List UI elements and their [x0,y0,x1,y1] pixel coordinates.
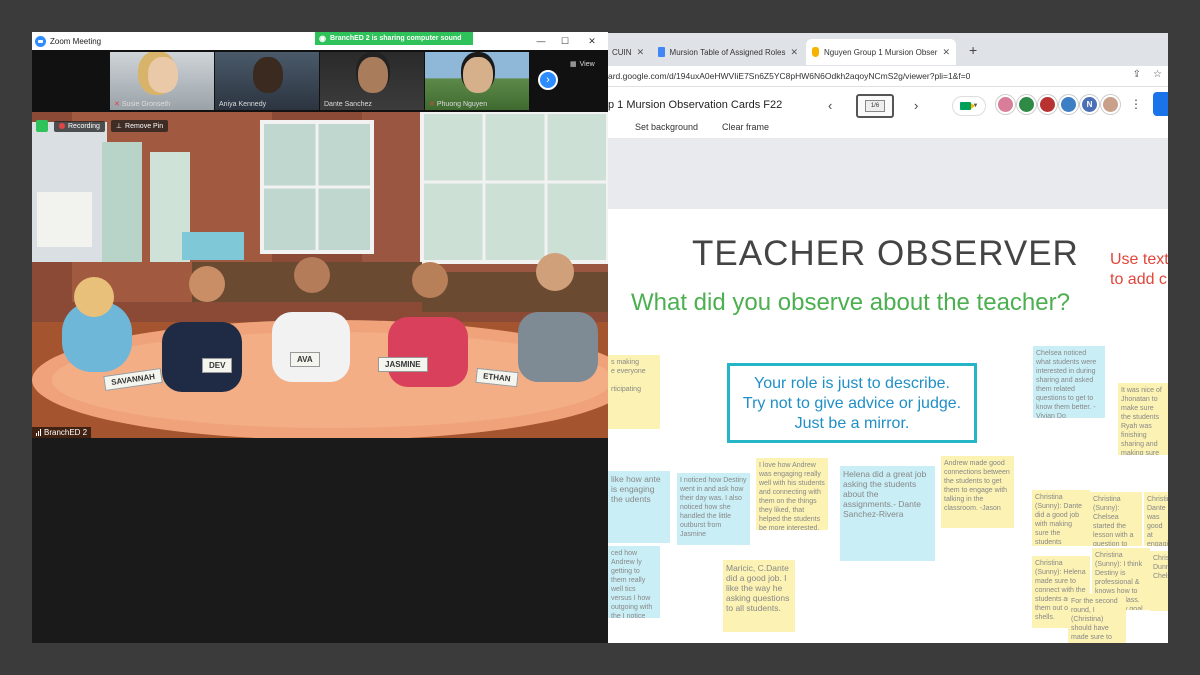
maximize-button[interactable]: ☐ [553,32,577,50]
role-instruction-box[interactable]: Your role is just to describe. Try not t… [727,363,977,443]
nameplate-dev: DEV [202,358,233,373]
tab-jamboard[interactable]: Nguyen Group 1 Mursion Obser ✕ [806,39,956,65]
sticky-note[interactable]: Christina (Sunny): Dante did a good job … [1032,490,1090,546]
canvas-margin [608,139,1168,209]
avatar[interactable] [996,95,1015,114]
participant-name: Dante Sanchez [324,101,372,108]
zoom-logo-icon [35,35,46,47]
avatar[interactable] [1017,95,1036,114]
new-tab-button[interactable]: + [969,42,977,58]
sticky-note[interactable]: Maricic, C.Dante did a good job. I like … [723,560,795,632]
jam-title[interactable]: p 1 Mursion Observation Cards F22 [608,99,782,111]
tab-bar: CUIN ✕ Mursion Table of Assigned Roles ✕… [608,33,1168,66]
security-shield-icon[interactable] [36,120,48,132]
nameplate-jasmine: JASMINE [378,357,428,372]
previous-frame-button[interactable]: ‹ [828,98,832,113]
zoom-window: Zoom Meeting ◉ BranchED 2 is sharing com… [32,32,608,643]
board-heading: TEACHER OBSERVER [692,234,1079,273]
sticky-note[interactable]: Chelsea noticed what students were inter… [1033,346,1105,418]
meet-button[interactable]: ▼ [952,96,986,116]
next-participants-button[interactable]: › [538,70,558,90]
clear-frame-button[interactable]: Clear frame [722,122,769,132]
sticky-note[interactable]: It was nice of Jhonatan to make sure the… [1118,383,1168,455]
participant-tile[interactable]: ✕ Phuong Nguyen [425,52,529,110]
view-button[interactable]: ▦ View [570,60,595,69]
close-tab-icon[interactable]: ✕ [637,47,645,58]
sticky-note[interactable]: Christina Dunn: Chelsea... [1150,551,1168,611]
board-question: What did you observe about the teacher? [631,289,1070,316]
speaker-icon: ◉ [319,34,326,43]
muted-mic-icon: ✕ [429,101,435,108]
shared-video-scene: Recording ⊥ Remove Pin SAVANNAH DEV AVA J… [32,112,608,438]
share-page-icon[interactable]: ⇪ [1133,69,1141,80]
bookmark-star-icon[interactable]: ☆ [1153,69,1162,80]
participant-name: ✕ Susie Gronseth [114,100,171,109]
avatar[interactable] [1101,95,1120,114]
sticky-note[interactable]: like how ante is engaging the udents [608,471,670,543]
sticky-note[interactable]: s making e everyone rticipating [608,355,660,429]
tab-cuin[interactable]: CUIN ✕ [608,39,648,65]
nameplate-ava: AVA [290,352,320,367]
jamboard-icon [812,47,819,57]
sharing-sound-text: BranchED 2 is sharing computer sound [329,35,462,42]
browser-window: CUIN ✕ Mursion Table of Assigned Roles ✕… [608,33,1168,643]
address-bar[interactable]: ard.google.com/d/194uxA0eHWVIiE7Sn6Z5YC8… [608,66,1168,87]
recording-indicator[interactable]: Recording [54,120,105,132]
muted-mic-icon: ✕ [114,101,120,108]
sticky-note[interactable]: Christina: Dante was good at engaging st… [1144,492,1168,546]
participant-tile[interactable]: Dante Sanchez [320,52,424,110]
sticky-note[interactable]: ced how Andrew ly getting to them really… [608,546,660,618]
jam-board-frame[interactable]: TEACHER OBSERVER Use text to add c What … [608,226,1168,643]
grid-icon: ▦ [570,61,577,68]
url-text[interactable]: ard.google.com/d/194uxA0eHWVIiE7Sn6Z5YC8… [608,71,970,81]
avatar[interactable]: N [1080,95,1099,114]
frame-indicator[interactable]: 1/6 [856,94,894,118]
minimize-button[interactable]: — [529,32,553,50]
address-bar-actions: ⇪ ☆ [1133,69,1162,80]
sticky-note[interactable]: Andrew made good connections between the… [941,456,1014,528]
close-tab-icon[interactable]: ✕ [790,47,798,58]
scene-controls: Recording ⊥ Remove Pin [36,120,169,132]
collaborator-avatars: N [996,95,1120,114]
more-options-icon[interactable]: ⋮ [1130,97,1142,111]
jamboard-toolbar: p 1 Mursion Observation Cards F22 ‹ 1/6 … [608,87,1168,139]
docs-icon [658,47,665,57]
share-button[interactable] [1153,92,1168,116]
active-speaker-label: BranchED 2 [32,427,92,438]
tab-mursion-table[interactable]: Mursion Table of Assigned Roles ✕ [652,39,804,65]
record-dot-icon [59,123,65,129]
sticky-note[interactable]: Christina (Sunny): Chelsea started the l… [1090,492,1142,546]
sticky-note[interactable]: Helena did a great job asking the studen… [840,466,935,561]
participant-name: Aniya Kennedy [219,101,267,108]
meet-camera-icon [959,102,975,110]
avatar[interactable] [1059,95,1078,114]
sticky-note[interactable]: I love how Andrew was engaging really we… [756,458,828,530]
sticky-note[interactable]: For the second round, I (Christina) shou… [1068,594,1126,643]
zoom-title-bar: Zoom Meeting ◉ BranchED 2 is sharing com… [32,32,608,50]
close-button[interactable]: ✕ [580,32,604,50]
participant-strip: ✕ Susie Gronseth Aniya Kennedy Dante Sanc… [32,50,608,112]
participant-tile[interactable]: Aniya Kennedy [215,52,319,110]
zoom-window-title: Zoom Meeting [50,36,102,46]
participant-tile[interactable]: ✕ Susie Gronseth [110,52,214,110]
sharing-sound-banner[interactable]: ◉ BranchED 2 is sharing computer sound [315,32,473,45]
sticky-note[interactable]: I noticed how Destiny went in and ask ho… [677,473,750,545]
side-instruction-text: Use text to add c [1110,251,1168,288]
participant-name: ✕ Phuong Nguyen [429,100,488,109]
close-tab-icon[interactable]: ✕ [942,47,950,58]
next-frame-button[interactable]: › [914,98,918,113]
signal-bars-icon [36,429,41,436]
set-background-button[interactable]: Set background [635,122,698,132]
avatar[interactable] [1038,95,1057,114]
pin-icon: ⊥ [115,123,123,130]
remove-pin-button[interactable]: ⊥ Remove Pin [110,120,169,132]
